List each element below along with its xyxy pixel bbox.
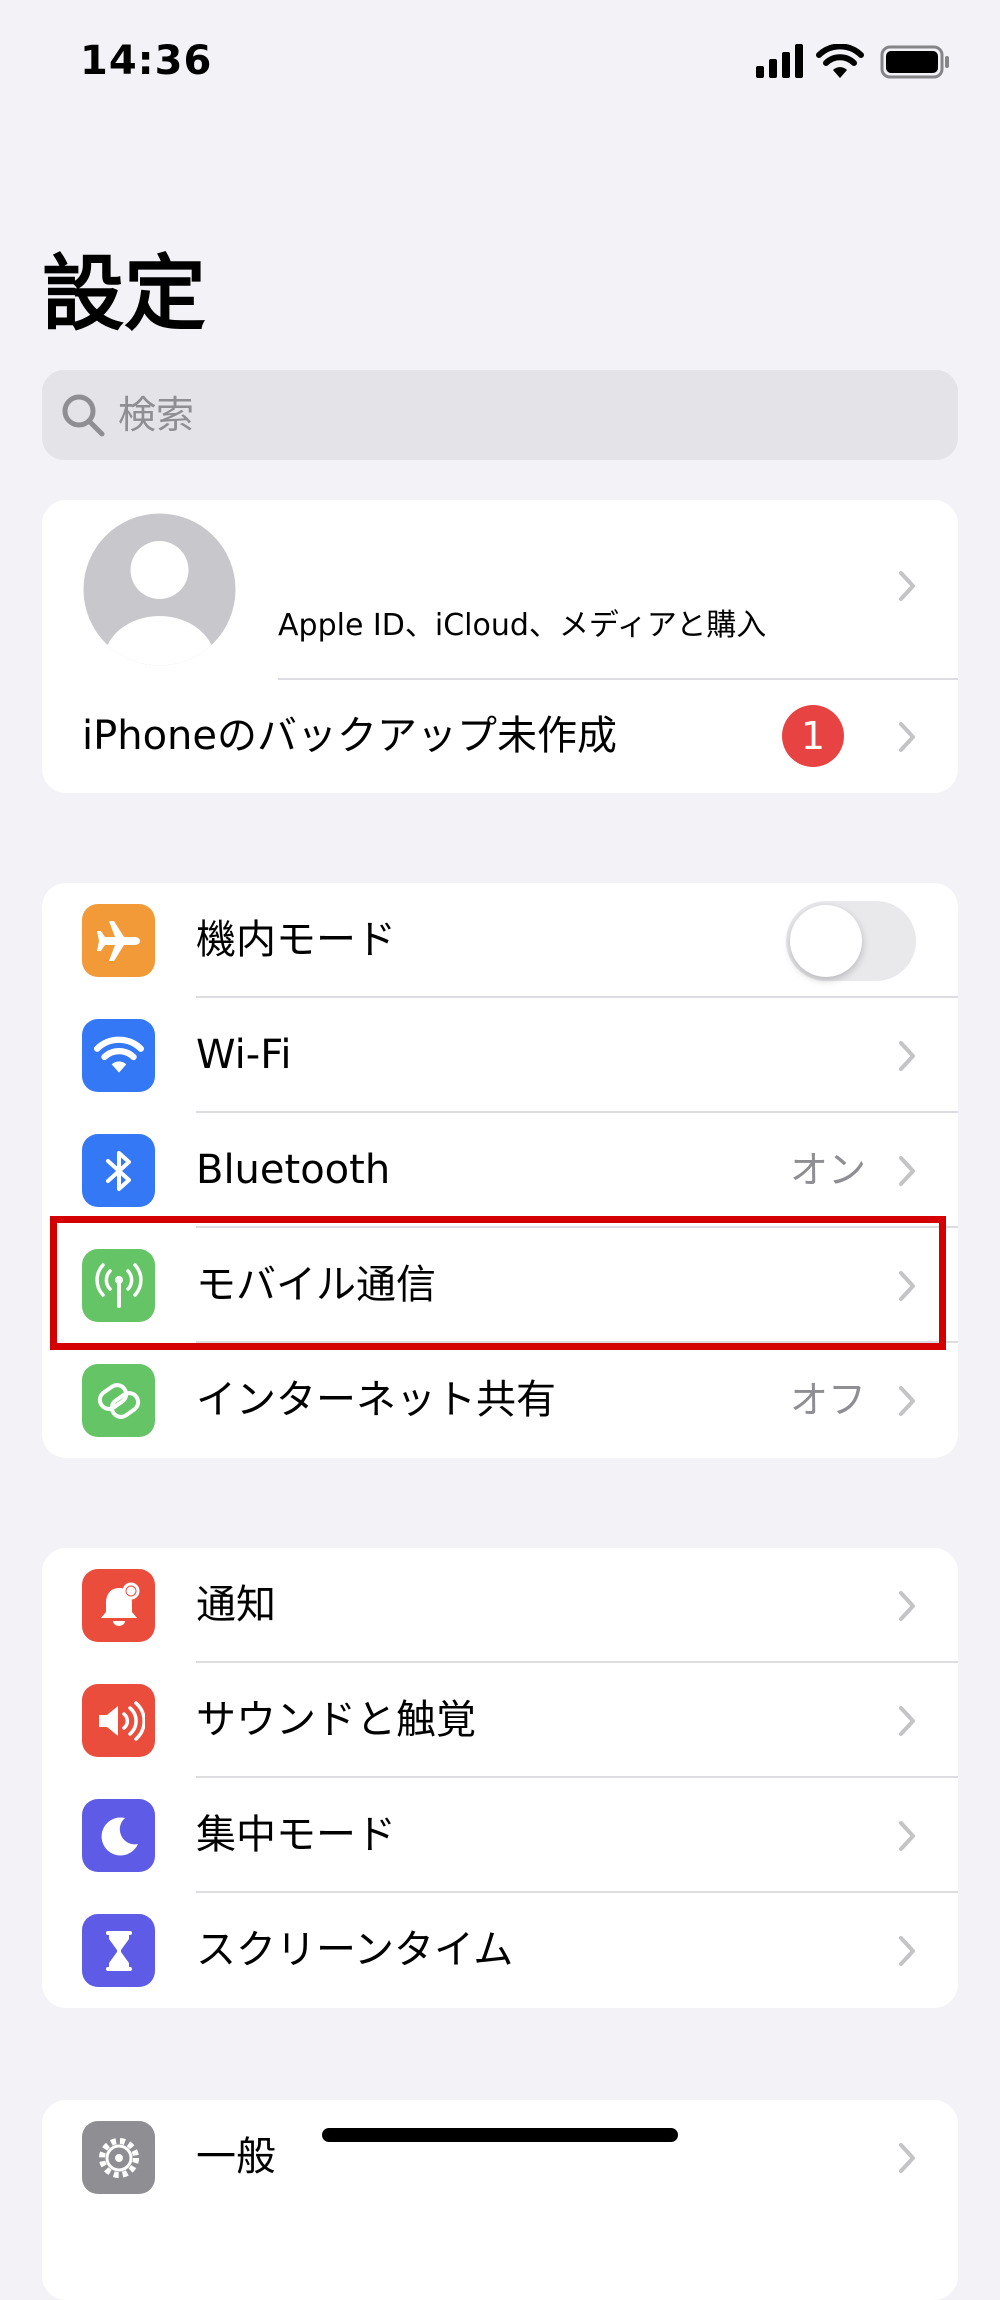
status-icons (756, 44, 952, 84)
general-row[interactable]: 一般 (42, 2100, 958, 2215)
airplane-mode-label: 機内モード (196, 917, 396, 963)
search-input[interactable] (118, 384, 918, 446)
chevron-right-icon (899, 1936, 915, 1966)
bluetooth-icon (82, 1134, 155, 1207)
notifications-label: 通知 (196, 1582, 276, 1628)
magnifier-icon (62, 394, 105, 437)
apple-id-row[interactable]: Apple ID、iCloud、メディアと購入 (42, 500, 958, 680)
chevron-right-icon (899, 1041, 915, 1071)
toggle-knob (790, 905, 862, 977)
wifi-icon (82, 1019, 155, 1092)
sounds-row[interactable]: サウンドと触覚 (42, 1663, 958, 1778)
connectivity-group: 機内モード Wi-Fi Bluetooth オン モバイル通信 インターネット共… (42, 883, 958, 1458)
gear-icon (82, 2121, 155, 2194)
hotspot-link-icon (82, 1364, 155, 1437)
hotspot-label: インターネット共有 (196, 1377, 556, 1423)
search-bar[interactable] (42, 370, 958, 460)
chevron-right-icon (899, 1821, 915, 1851)
wifi-icon (816, 44, 864, 78)
backup-label: iPhoneのバックアップ未作成 (82, 713, 618, 759)
sounds-label: サウンドと触覚 (196, 1697, 476, 1743)
notification-badge: 1 (782, 705, 844, 767)
airplane-icon (82, 904, 155, 977)
backup-row[interactable]: iPhoneのバックアップ未作成 1 (42, 680, 958, 793)
avatar (83, 513, 236, 666)
cellular-signal-icon (756, 44, 803, 78)
chevron-right-icon (899, 1156, 915, 1186)
bell-icon (82, 1569, 155, 1642)
chevron-right-icon (899, 722, 915, 752)
wifi-label: Wi-Fi (196, 1032, 292, 1078)
chevron-right-icon (899, 1591, 915, 1621)
hotspot-status: オフ (789, 1378, 866, 1422)
focus-row[interactable]: 集中モード (42, 1778, 958, 1893)
bluetooth-label: Bluetooth (196, 1147, 391, 1193)
profile-group: Apple ID、iCloud、メディアと購入 iPhoneのバックアップ未作成… (42, 500, 958, 793)
chevron-right-icon (899, 1706, 915, 1736)
hourglass-icon (82, 1914, 155, 1987)
notifications-group: 通知 サウンドと触覚 集中モード スクリーンタイム (42, 1548, 958, 2008)
status-bar: 14:36 (0, 0, 1000, 120)
highlight-box (50, 1216, 946, 1350)
airplane-mode-row: 機内モード (42, 883, 958, 998)
wifi-row[interactable]: Wi-Fi (42, 998, 958, 1113)
general-label: 一般 (196, 2134, 276, 2180)
bluetooth-row[interactable]: Bluetooth オン (42, 1113, 958, 1228)
apple-id-subtitle: Apple ID、iCloud、メディアと購入 (278, 608, 767, 643)
chevron-right-icon (899, 1386, 915, 1416)
speaker-icon (82, 1684, 155, 1757)
home-indicator[interactable] (322, 2128, 678, 2142)
hotspot-row[interactable]: インターネット共有 オフ (42, 1343, 958, 1458)
bluetooth-status: オン (789, 1148, 866, 1192)
battery-icon (880, 45, 949, 79)
status-time: 14:36 (80, 38, 213, 84)
chevron-right-icon (899, 2143, 915, 2173)
airplane-mode-toggle[interactable] (786, 901, 916, 981)
screen-time-row[interactable]: スクリーンタイム (42, 1893, 958, 2008)
notifications-row[interactable]: 通知 (42, 1548, 958, 1663)
screen-time-label: スクリーンタイム (196, 1927, 514, 1973)
chevron-right-icon (899, 571, 915, 601)
page-title: 設定 (42, 247, 207, 342)
focus-label: 集中モード (196, 1812, 396, 1858)
moon-icon (82, 1799, 155, 1872)
